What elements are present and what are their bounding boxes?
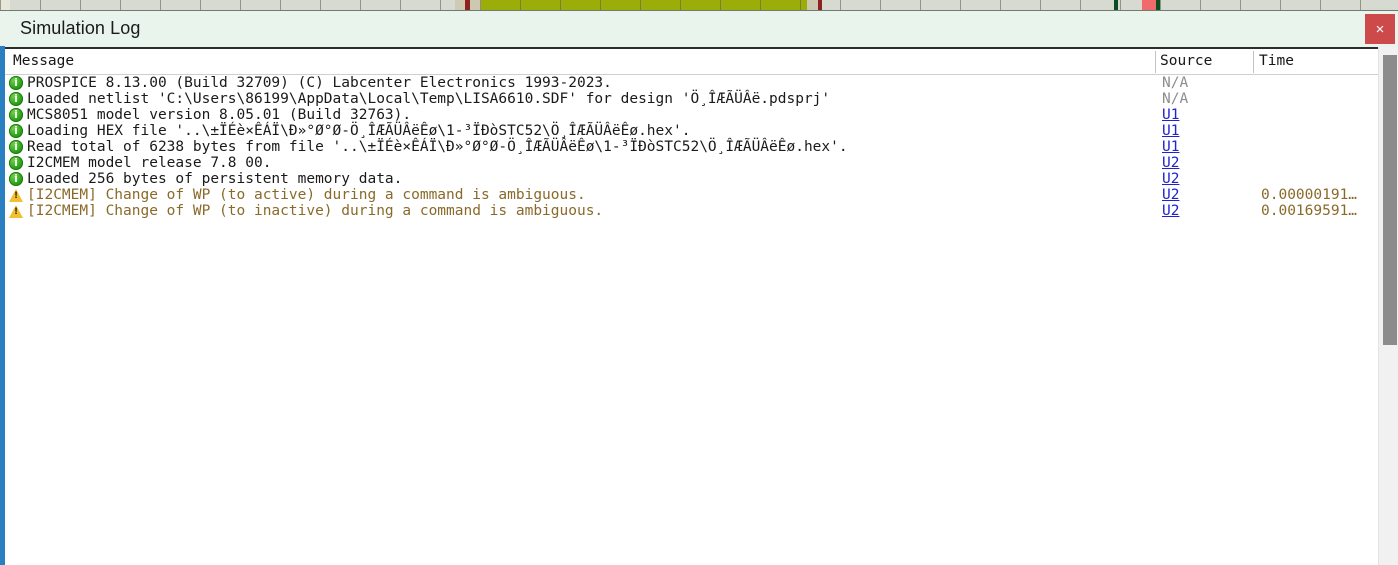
log-row[interactable]: Loading HEX file '..\±ÏÉè×ÊÁÏ\Ð»°Ø°Ø-Ö¸Î… <box>5 123 1398 139</box>
info-icon-glyph <box>9 139 23 154</box>
log-row[interactable]: MCS8051 model version 8.05.01 (Build 327… <box>5 107 1398 123</box>
simulation-log-window: Simulation Log × Message Source Time PRO… <box>0 0 1398 565</box>
log-row-message: Loading HEX file '..\±ÏÉè×ÊÁÏ\Ð»°Ø°Ø-Ö¸Î… <box>27 123 691 139</box>
warning-icon <box>9 204 23 218</box>
info-icon <box>9 91 23 106</box>
info-icon <box>9 75 23 90</box>
log-row[interactable]: Loaded 256 bytes of persistent memory da… <box>5 171 1398 187</box>
log-row-time: 0.00000191… <box>1261 187 1358 203</box>
info-icon-glyph <box>9 107 23 122</box>
log-row-message: [I2CMEM] Change of WP (to inactive) duri… <box>27 203 604 219</box>
log-row[interactable]: PROSPICE 8.13.00 (Build 32709) (C) Labce… <box>5 75 1398 91</box>
log-row-source-link[interactable]: U2 <box>1162 171 1179 187</box>
log-row-source-link[interactable]: U1 <box>1162 123 1179 139</box>
log-row[interactable]: Read total of 6238 bytes from file '..\±… <box>5 139 1398 155</box>
log-row[interactable]: Loaded netlist 'C:\Users\86199\AppData\L… <box>5 91 1398 107</box>
window-titlebar: Simulation Log × <box>5 11 1398 47</box>
log-row-source-link[interactable]: U2 <box>1162 203 1179 219</box>
log-column-header-row: Message Source Time <box>5 49 1398 75</box>
log-row-time: 0.00169591… <box>1261 203 1358 219</box>
log-row-message: Loaded netlist 'C:\Users\86199\AppData\L… <box>27 91 831 107</box>
log-row-source: N/A <box>1162 75 1189 91</box>
column-header-time[interactable]: Time <box>1259 53 1294 69</box>
vertical-scrollbar-thumb[interactable] <box>1383 55 1397 345</box>
info-icon-glyph <box>9 171 23 186</box>
log-rows: PROSPICE 8.13.00 (Build 32709) (C) Labce… <box>5 75 1398 219</box>
log-row-source-link[interactable]: U1 <box>1162 139 1179 155</box>
info-icon <box>9 155 23 170</box>
info-icon <box>9 171 23 186</box>
info-icon <box>9 139 23 154</box>
log-row-message: Read total of 6238 bytes from file '..\±… <box>27 139 848 155</box>
window-title: Simulation Log <box>20 18 141 38</box>
column-divider-source-time[interactable] <box>1253 51 1254 73</box>
log-row-source-link[interactable]: U2 <box>1162 187 1179 203</box>
log-row-source: N/A <box>1162 91 1189 107</box>
log-row[interactable]: [I2CMEM] Change of WP (to inactive) duri… <box>5 203 1398 219</box>
log-row[interactable]: I2CMEM model release 7.8 00. U2 <box>5 155 1398 171</box>
parent-app-ruler-strip <box>0 0 1398 11</box>
column-header-source[interactable]: Source <box>1160 53 1212 69</box>
warning-icon-glyph <box>9 189 23 202</box>
column-header-message[interactable]: Message <box>13 53 74 69</box>
log-row[interactable]: [I2CMEM] Change of WP (to active) during… <box>5 187 1398 203</box>
log-list: Message Source Time PROSPICE 8.13.00 (Bu… <box>5 47 1398 565</box>
warning-icon-glyph <box>9 205 23 218</box>
info-icon-glyph <box>9 155 23 170</box>
log-row-message: [I2CMEM] Change of WP (to active) during… <box>27 187 586 203</box>
log-row-message: Loaded 256 bytes of persistent memory da… <box>27 171 403 187</box>
info-icon <box>9 107 23 122</box>
warning-icon <box>9 188 23 202</box>
info-icon <box>9 123 23 138</box>
log-row-source-link[interactable]: U1 <box>1162 107 1179 123</box>
vertical-scrollbar[interactable] <box>1378 47 1398 565</box>
info-icon-glyph <box>9 91 23 106</box>
column-divider-message-source[interactable] <box>1155 51 1156 73</box>
log-row-message: PROSPICE 8.13.00 (Build 32709) (C) Labce… <box>27 75 612 91</box>
log-row-message: MCS8051 model version 8.05.01 (Build 327… <box>27 107 412 123</box>
info-icon-glyph <box>9 75 23 90</box>
info-icon-glyph <box>9 123 23 138</box>
log-row-message: I2CMEM model release 7.8 00. <box>27 155 272 171</box>
log-row-source-link[interactable]: U2 <box>1162 155 1179 171</box>
close-button[interactable]: × <box>1365 14 1395 44</box>
